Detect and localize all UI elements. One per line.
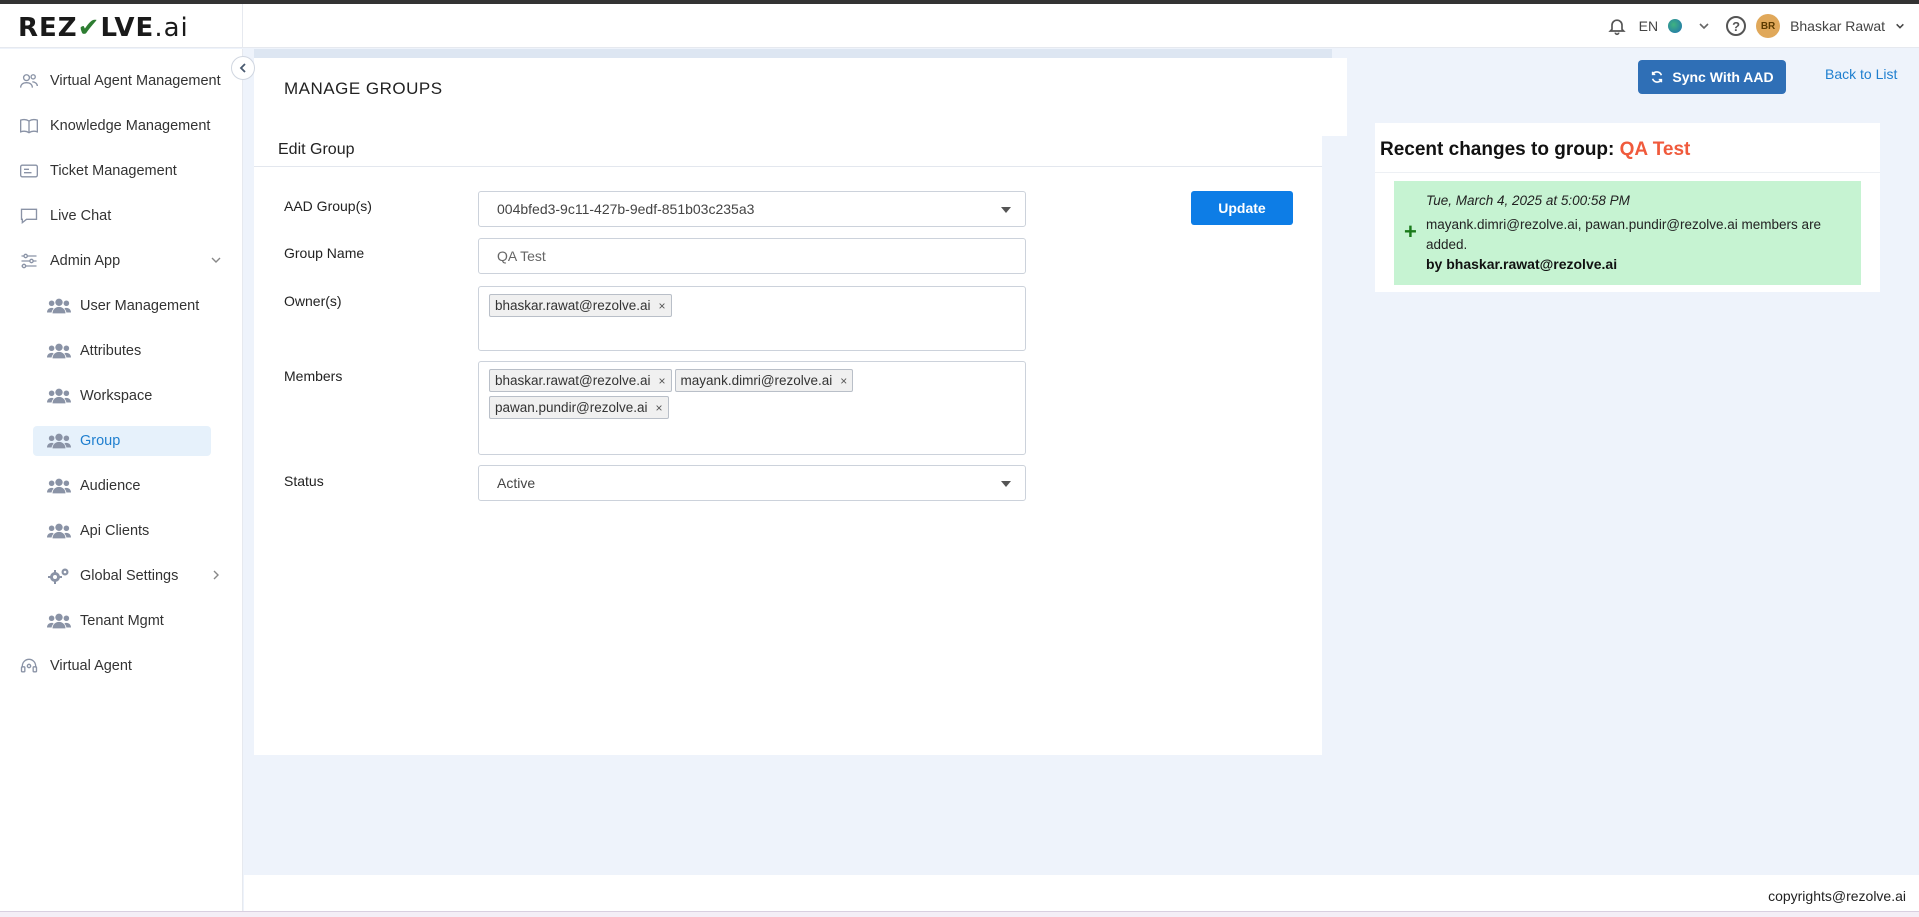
group-icon <box>46 520 72 542</box>
header-divider <box>242 4 243 48</box>
sidebar: Virtual Agent Management Knowledge Manag… <box>0 49 243 917</box>
group-name-input[interactable]: QA Test <box>478 238 1026 274</box>
member-tag: mayank.dimri@rezolve.ai × <box>674 369 854 392</box>
group-icon <box>46 475 72 497</box>
status-label: Status <box>284 473 324 489</box>
group-icon <box>46 430 72 452</box>
footer: copyrights@rezolve.ai <box>244 875 1919 911</box>
help-icon[interactable]: ? <box>1726 16 1747 36</box>
group-icon <box>46 340 72 362</box>
group-icon <box>46 610 72 632</box>
owner-tag: bhaskar.rawat@rezolve.ai × <box>489 294 672 317</box>
owners-label: Owner(s) <box>284 293 342 309</box>
recent-changes-title: Recent changes to group: QA Test <box>1380 139 1691 160</box>
card-header: Edit Group <box>254 136 1322 167</box>
logo-check-icon: ✔ <box>77 13 101 43</box>
sidebar-item-virtual-agent[interactable]: Virtual Agent <box>16 651 132 681</box>
group-icon <box>46 385 72 407</box>
change-author: by bhaskar.rawat@rezolve.ai <box>1426 256 1618 272</box>
change-entry: + Tue, March 4, 2025 at 5:00:58 PM mayan… <box>1394 181 1861 285</box>
chevron-right-icon[interactable] <box>210 569 222 585</box>
card-title: Edit Group <box>278 141 355 158</box>
sidebar-item-live-chat[interactable]: Live Chat <box>16 201 111 231</box>
remove-tag-icon[interactable]: × <box>840 374 847 388</box>
edit-group-card: Edit Group AAD Group(s) 004bfed3-9c11-42… <box>254 136 1322 755</box>
sidebar-item-audience[interactable]: Audience <box>46 471 140 501</box>
headset-icon <box>16 655 42 677</box>
aad-group-label: AAD Group(s) <box>284 198 372 214</box>
group-name-highlight: QA Test <box>1619 139 1691 160</box>
caret-down-icon <box>1001 207 1011 213</box>
users-icon <box>16 70 42 92</box>
content-top-band <box>254 49 1332 58</box>
sidebar-item-ticket-management[interactable]: Ticket Management <box>16 156 177 186</box>
update-button[interactable]: Update <box>1191 191 1293 225</box>
group-name-label: Group Name <box>284 245 365 261</box>
user-name[interactable]: Bhaskar Rawat <box>1790 18 1885 34</box>
sidebar-item-knowledge-management[interactable]: Knowledge Management <box>16 111 210 141</box>
remove-tag-icon[interactable]: × <box>659 374 666 388</box>
remove-tag-icon[interactable]: × <box>656 401 663 415</box>
sidebar-collapse-button[interactable] <box>231 56 255 80</box>
chevron-down-icon[interactable] <box>210 254 222 270</box>
chevron-down-icon[interactable] <box>1692 14 1716 38</box>
page-title-card: MANAGE GROUPS <box>254 58 1347 136</box>
sidebar-item-attributes[interactable]: Attributes <box>46 336 141 366</box>
sliders-icon <box>16 250 42 272</box>
members-multiselect[interactable]: bhaskar.rawat@rezolve.ai × mayank.dimri@… <box>478 361 1026 455</box>
page-title: MANAGE GROUPS <box>284 79 443 98</box>
bell-icon[interactable] <box>1605 14 1629 38</box>
plus-icon: + <box>1404 219 1417 244</box>
sync-icon <box>1652 71 1663 83</box>
sidebar-item-admin-app[interactable]: Admin App <box>16 246 222 276</box>
caret-down-icon <box>1001 481 1011 487</box>
recent-changes-panel: Recent changes to group: QA Test + Tue, … <box>1375 123 1880 292</box>
sidebar-item-tenant-mgmt[interactable]: Tenant Mgmt <box>46 606 164 636</box>
ticket-icon <box>16 160 42 182</box>
sidebar-item-workspace[interactable]: Workspace <box>46 381 152 411</box>
sidebar-item-user-management[interactable]: User Management <box>46 291 199 321</box>
header-actions: EN ? BR Bhaskar Rawat <box>1605 14 1905 38</box>
group-icon <box>46 295 72 317</box>
sidebar-item-api-clients[interactable]: Api Clients <box>46 516 149 546</box>
member-tag: pawan.pundir@rezolve.ai × <box>489 396 669 419</box>
sidebar-item-global-settings[interactable]: Global Settings <box>46 561 222 591</box>
window-bottom-strip <box>0 911 1919 917</box>
logo[interactable]: REZ✔LVE.ai <box>18 13 189 43</box>
remove-tag-icon[interactable]: × <box>659 299 666 313</box>
change-timestamp: Tue, March 4, 2025 at 5:00:58 PM <box>1426 193 1630 208</box>
gears-icon <box>46 565 72 587</box>
aad-group-select[interactable]: 004bfed3-9c11-427b-9edf-851b03c235a3 <box>478 191 1026 227</box>
chevron-left-icon <box>239 63 246 73</box>
owners-multiselect[interactable]: bhaskar.rawat@rezolve.ai × <box>478 286 1026 351</box>
divider <box>1375 172 1880 173</box>
language-label[interactable]: EN <box>1639 18 1658 34</box>
sidebar-item-virtual-agent-management[interactable]: Virtual Agent Management <box>16 66 221 96</box>
avatar[interactable]: BR <box>1756 14 1781 38</box>
top-header: REZ✔LVE.ai EN ? BR Bhaskar Rawat <box>0 4 1919 48</box>
sync-with-aad-button[interactable]: Sync With AAD <box>1638 60 1786 94</box>
book-icon <box>16 115 42 137</box>
copyright-text: copyrights@rezolve.ai <box>1768 888 1906 904</box>
members-label: Members <box>284 368 343 384</box>
change-message: mayank.dimri@rezolve.ai, pawan.pundir@re… <box>1426 217 1822 252</box>
sidebar-item-group[interactable]: Group <box>33 426 211 456</box>
member-tag: bhaskar.rawat@rezolve.ai × <box>489 369 672 392</box>
back-to-list-link[interactable]: Back to List <box>1825 66 1897 82</box>
user-menu-chevron-icon[interactable] <box>1895 18 1905 34</box>
status-select[interactable]: Active <box>478 465 1026 501</box>
chat-icon <box>16 205 42 227</box>
globe-icon[interactable] <box>1668 19 1683 33</box>
